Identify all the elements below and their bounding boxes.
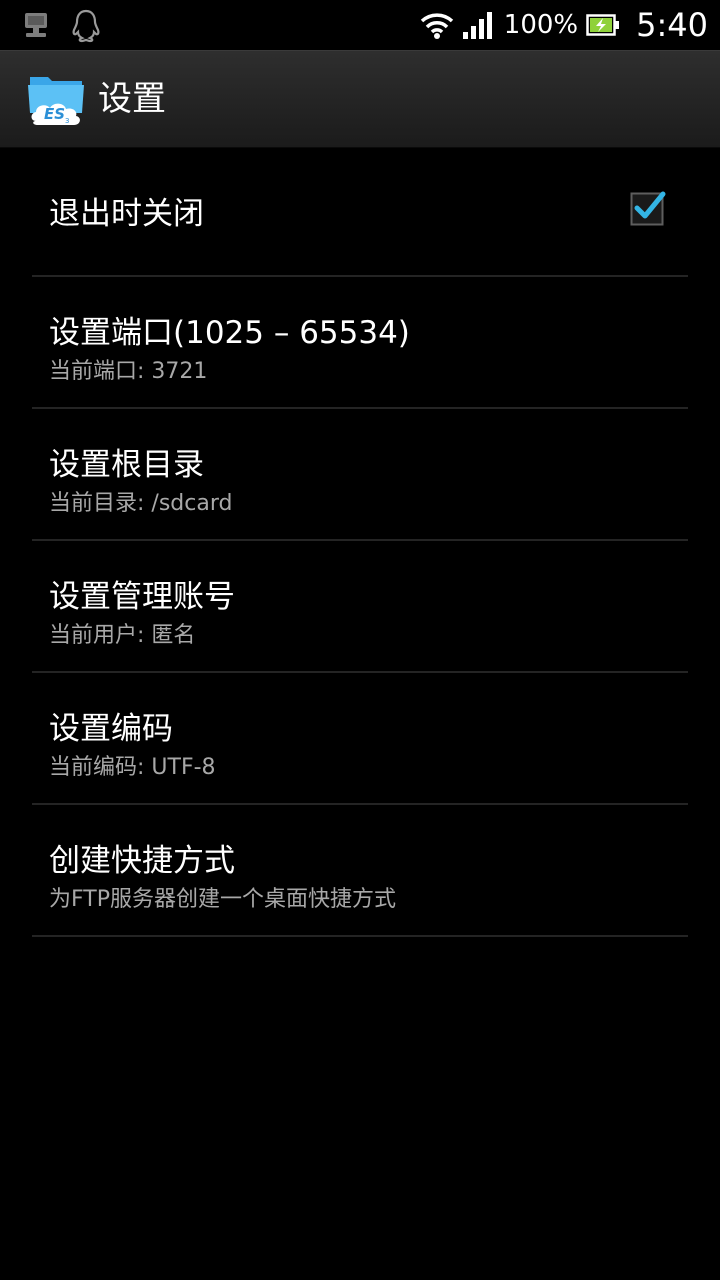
- setting-title: 创建快捷方式: [49, 843, 235, 879]
- svg-text:3: 3: [65, 117, 69, 125]
- checkbox-checked-icon[interactable]: [630, 190, 666, 226]
- setting-summary: 当前端口: 3721: [49, 359, 208, 384]
- status-bar: 100% 5:40: [0, 0, 720, 50]
- setting-summary: 当前目录: /sdcard: [49, 491, 233, 516]
- setting-title: 设置端口(1025 – 65534): [49, 315, 410, 351]
- setting-title: 设置编码: [49, 711, 173, 747]
- setting-summary: 当前用户: 匿名: [49, 623, 196, 648]
- setting-root-dir[interactable]: 设置根目录 当前目录: /sdcard: [32, 409, 688, 541]
- setting-summary: 当前编码: UTF-8: [49, 755, 216, 780]
- setting-port[interactable]: 设置端口(1025 – 65534) 当前端口: 3721: [32, 277, 688, 409]
- settings-list: 退出时关闭 设置端口(1025 – 65534) 当前端口: 3721 设置根目…: [32, 146, 688, 937]
- wifi-icon: [420, 13, 453, 39]
- status-notifications: [22, 8, 102, 44]
- action-bar: ES 3 设置: [0, 50, 720, 148]
- qq-penguin-icon: [72, 9, 100, 43]
- setting-encoding[interactable]: 设置编码 当前编码: UTF-8: [32, 673, 688, 805]
- setting-admin-account[interactable]: 设置管理账号 当前用户: 匿名: [32, 541, 688, 673]
- setting-summary: 为FTP服务器创建一个桌面快捷方式: [49, 887, 396, 912]
- setting-title: 退出时关闭: [49, 196, 204, 232]
- battery-charging-icon: [586, 14, 620, 36]
- svg-text:ES: ES: [44, 105, 65, 123]
- status-system: 100% 5:40: [420, 0, 708, 50]
- setting-create-shortcut[interactable]: 创建快捷方式 为FTP服务器创建一个桌面快捷方式: [32, 805, 688, 937]
- server-icon: [25, 13, 47, 37]
- battery-percent: 100%: [503, 10, 579, 40]
- signal-icon: [462, 12, 492, 39]
- setting-exit-close[interactable]: 退出时关闭: [32, 146, 688, 277]
- setting-title: 设置管理账号: [49, 579, 235, 615]
- setting-title: 设置根目录: [49, 447, 204, 483]
- es-app-icon[interactable]: ES 3: [26, 69, 88, 131]
- page-title: 设置: [98, 79, 166, 119]
- status-time: 5:40: [636, 6, 708, 44]
